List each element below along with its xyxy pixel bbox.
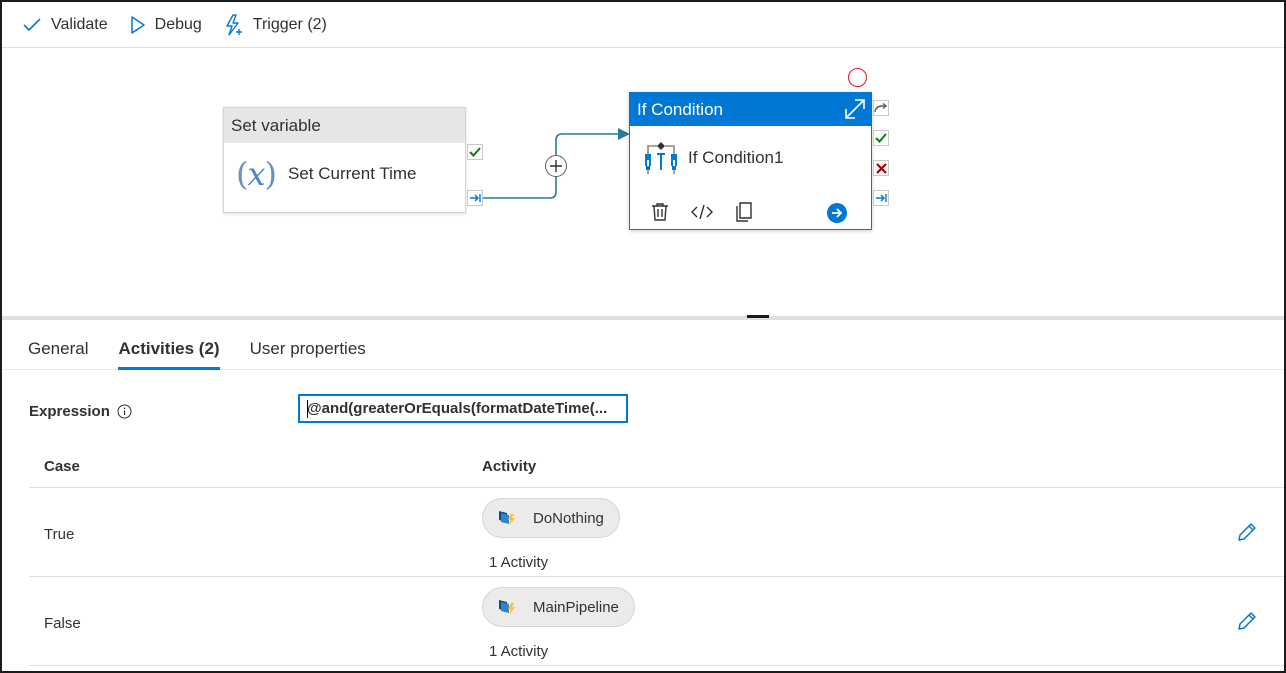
activity-column-header: Activity: [482, 458, 537, 475]
if-condition-name: If Condition1: [688, 148, 784, 167]
add-activity-button[interactable]: [545, 155, 567, 177]
redo-arrow-icon: [874, 103, 888, 113]
case-column-header: Case: [44, 458, 80, 475]
copy-icon[interactable]: [734, 201, 754, 228]
pipeline-icon: [499, 511, 515, 526]
completion-port[interactable]: [467, 190, 483, 206]
checkmark-icon: [469, 147, 481, 157]
tab-general[interactable]: General: [28, 320, 88, 370]
arrow-circle-icon[interactable]: [826, 202, 848, 229]
if-condition-activity[interactable]: If Condition If Condition1: [629, 92, 872, 230]
arrow-right-icon: [876, 194, 887, 202]
cases-table: Case Activity True DoNothing 1 Activity …: [29, 442, 1284, 666]
fx-variable-icon: (x): [236, 155, 277, 193]
delete-icon[interactable]: [650, 202, 670, 227]
highlight-circle: [848, 68, 867, 87]
close-icon: [875, 162, 887, 174]
expression-input[interactable]: @and(greaterOrEquals(formatDateTime(...: [298, 394, 628, 423]
expression-label: Expression: [29, 403, 132, 420]
expression-label-text: Expression: [29, 403, 110, 420]
expand-icon[interactable]: [843, 97, 867, 126]
arrow-right-icon: [470, 194, 481, 202]
failure-port[interactable]: [873, 160, 889, 176]
tab-activities[interactable]: Activities (2): [118, 320, 220, 370]
set-variable-name: Set Current Time: [288, 164, 417, 183]
if-condition-icon: [645, 142, 677, 174]
skip-port[interactable]: [873, 100, 889, 116]
splitter-handle[interactable]: [747, 315, 769, 318]
set-variable-header: Set variable: [224, 108, 465, 143]
plus-circle-icon: [550, 160, 562, 172]
table-row: False MainPipeline 1 Activity: [29, 577, 1284, 666]
case-value: True: [44, 526, 75, 543]
edit-pencil-icon[interactable]: [1237, 611, 1257, 636]
table-header: Case Activity: [29, 442, 1284, 488]
table-row: True DoNothing 1 Activity: [29, 488, 1284, 577]
code-icon[interactable]: [691, 202, 713, 227]
set-variable-activity[interactable]: Set variable (x) Set Current Time: [223, 107, 466, 213]
success-port[interactable]: [467, 144, 483, 160]
case-value: False: [44, 615, 81, 632]
success-port[interactable]: [873, 130, 889, 146]
properties-tabs: General Activities (2) User properties: [2, 320, 1284, 370]
edit-pencil-icon[interactable]: [1237, 522, 1257, 547]
pipeline-editor: Validate Debug Trigger (2) Set variable …: [0, 0, 1286, 673]
checkmark-icon: [875, 133, 887, 143]
info-icon[interactable]: [117, 404, 132, 419]
if-condition-header: If Condition: [637, 100, 723, 119]
completion-port[interactable]: [873, 190, 889, 206]
pipeline-icon: [499, 600, 515, 615]
activity-count: 1 Activity: [489, 643, 549, 660]
activity-pill[interactable]: DoNothing: [482, 498, 620, 538]
tab-user-properties[interactable]: User properties: [250, 320, 366, 370]
activity-pill[interactable]: MainPipeline: [482, 587, 635, 627]
activity-count: 1 Activity: [489, 554, 549, 571]
activity-name: MainPipeline: [533, 598, 619, 616]
activity-name: DoNothing: [533, 509, 604, 527]
